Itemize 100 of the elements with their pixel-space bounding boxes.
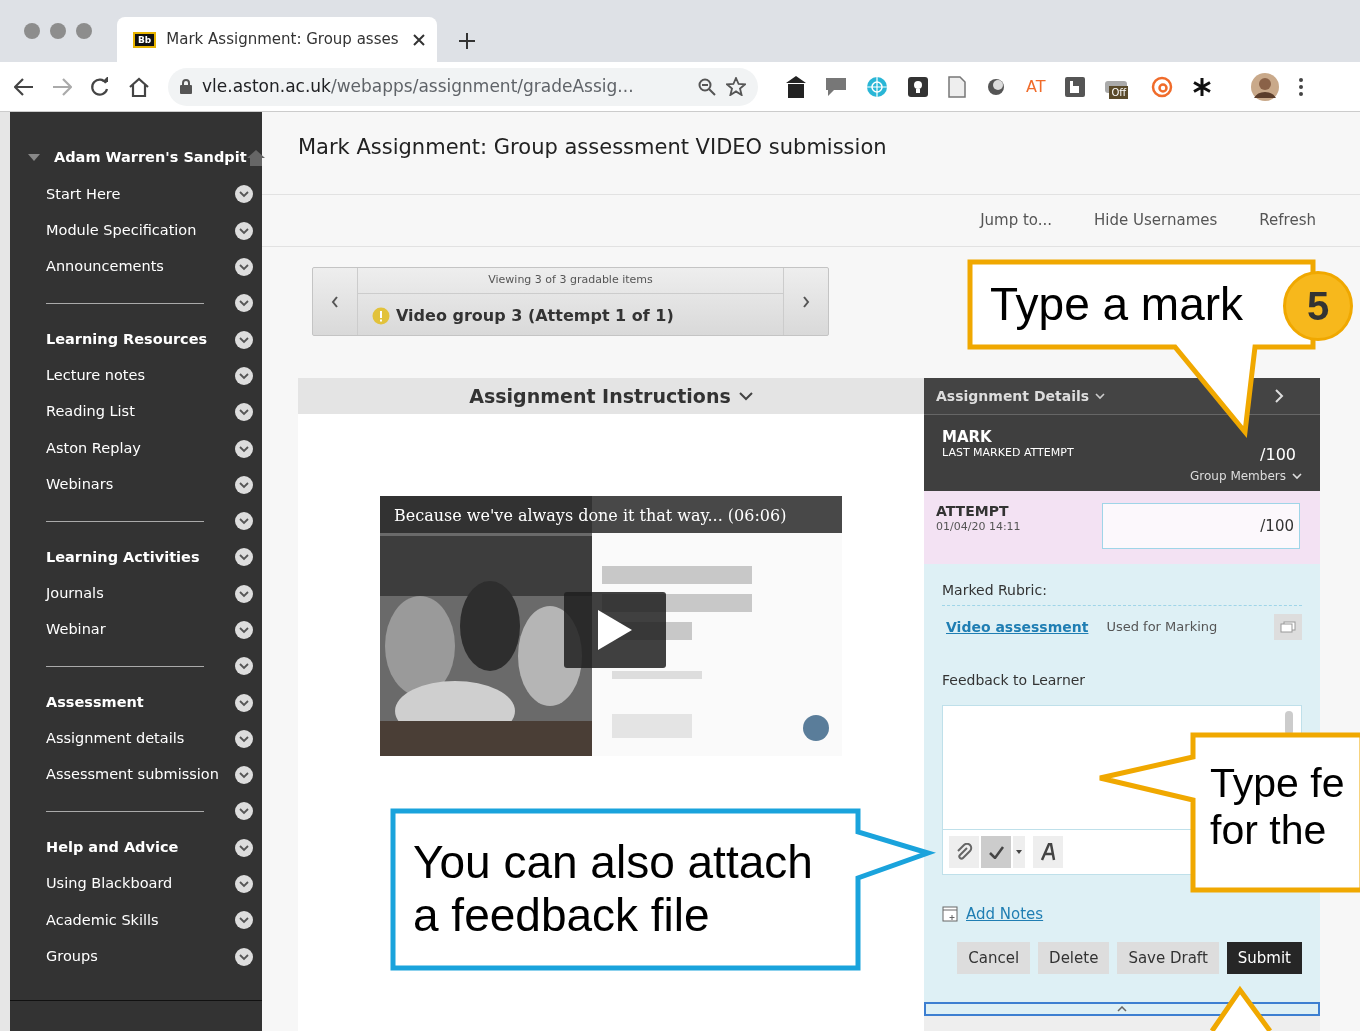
square-icon[interactable] (1065, 76, 1086, 97)
asterisk-icon[interactable] (1193, 77, 1212, 96)
dropdown-icon[interactable] (235, 403, 253, 422)
chevron-right-icon (802, 295, 810, 308)
navigator-caption: Viewing 3 of 3 gradable items (358, 268, 783, 294)
dropdown-icon[interactable] (235, 258, 253, 277)
dropdown-icon[interactable] (235, 366, 253, 385)
add-notes-link[interactable]: Add Notes (966, 903, 1044, 926)
menu-item[interactable]: Assessment submission (46, 764, 235, 787)
dropdown-icon[interactable] (235, 693, 253, 712)
chevron-left-icon (331, 295, 339, 308)
dropdown-icon[interactable] (235, 875, 253, 894)
dropdown-icon[interactable] (235, 911, 253, 930)
toolbar-link[interactable]: Hide Usernames (1094, 209, 1218, 232)
window-controls[interactable] (24, 23, 92, 39)
dropdown-icon[interactable] (235, 330, 253, 349)
play-icon (598, 610, 632, 650)
dropdown-icon[interactable] (235, 439, 253, 458)
menu-item[interactable]: Academic Skills (46, 909, 235, 932)
back-icon[interactable] (14, 77, 34, 96)
form-button[interactable]: Cancel (957, 941, 1031, 974)
bulb-icon[interactable] (908, 76, 928, 97)
dropdown-icon[interactable] (235, 802, 253, 821)
menu-icon[interactable] (1299, 77, 1304, 96)
mark-value: /100 (1260, 444, 1296, 466)
menu-item[interactable]: Webinar (46, 619, 235, 641)
callout-text: Type a mark (990, 278, 1244, 331)
speech-icon[interactable] (826, 77, 846, 96)
instructions-header[interactable]: Assignment Instructions (298, 378, 924, 414)
scrollbar (1285, 711, 1293, 735)
browser-tab[interactable]: Bb Mark Assignment: Group asses (117, 17, 437, 62)
menu-item[interactable]: Assignment details (46, 728, 235, 750)
zoom-icon[interactable] (698, 77, 716, 96)
chevron-right-icon[interactable] (1275, 389, 1284, 403)
form-button[interactable]: Delete (1038, 941, 1110, 974)
dropdown-icon[interactable] (235, 512, 253, 531)
font-icon[interactable] (1033, 836, 1063, 868)
toolbar-link[interactable]: Refresh (1259, 209, 1316, 232)
menu-item[interactable]: Aston Replay (46, 437, 235, 460)
dropdown-icon[interactable] (235, 548, 253, 567)
video-title: Because we've always done it that way... (06:06) (380, 496, 842, 533)
menu-item[interactable]: Journals (46, 582, 235, 605)
menu-item[interactable]: Groups (46, 945, 235, 968)
callout-text: Type fe for the (1210, 760, 1345, 855)
details-title[interactable]: Assignment Details (936, 385, 1090, 407)
chevron-down-icon (738, 391, 753, 401)
menu-item[interactable]: Module Specification (46, 219, 235, 242)
menu-heading[interactable]: Learning Activities (46, 546, 235, 569)
close-icon[interactable] (413, 33, 425, 46)
menu-heading[interactable]: Help and Advice (46, 836, 235, 859)
menu-heading[interactable]: Learning Resources (46, 328, 235, 351)
out-of-label: /100 (1260, 516, 1294, 537)
toolbar-link[interactable]: Jump to... (980, 209, 1053, 232)
menu-item[interactable]: Using Blackboard (46, 873, 235, 895)
dropdown-icon[interactable] (235, 584, 253, 603)
new-tab-icon[interactable] (459, 33, 475, 49)
menu-item[interactable]: Announcements (46, 256, 235, 278)
submit-button[interactable]: Submit (1226, 941, 1302, 974)
caret-icon[interactable] (1013, 836, 1025, 868)
dropdown-icon[interactable] (235, 657, 253, 676)
dropdown-icon[interactable] (235, 221, 253, 240)
play-button[interactable] (564, 592, 666, 668)
dropdown-icon[interactable] (235, 294, 253, 313)
tab-favicon: Bb (133, 31, 157, 48)
dropdown-icon[interactable] (235, 838, 253, 857)
dropdown-icon[interactable] (235, 621, 253, 639)
dropdown-icon[interactable] (235, 729, 253, 748)
address-bar[interactable]: vle.aston.ac.uk/webapps/assignment/gradeAssig... (168, 67, 758, 106)
attempt-date: 01/04/20 14:11 (936, 519, 1021, 535)
ring-icon[interactable] (1151, 75, 1174, 98)
attach-icon[interactable] (949, 836, 979, 868)
avatar-icon[interactable] (1251, 72, 1280, 101)
star-icon[interactable] (726, 77, 746, 96)
reload-icon[interactable] (90, 76, 110, 97)
menu-item[interactable]: Webinars (46, 473, 235, 496)
dropdown-icon[interactable] (235, 475, 253, 494)
home-icon[interactable] (246, 150, 265, 167)
home-icon[interactable] (128, 76, 150, 97)
group-members-toggle[interactable]: Group Members (1190, 467, 1286, 485)
menu-item[interactable]: Reading List (46, 401, 235, 424)
menu-item[interactable]: Lecture notes (46, 365, 235, 387)
circle-icon[interactable] (986, 76, 1006, 97)
mark-sublabel: LAST MARKED ATTEMPT (942, 445, 1074, 461)
menu-heading[interactable]: Assessment (46, 691, 235, 714)
building-icon[interactable] (786, 75, 806, 98)
rubric-link[interactable]: Video assessment (946, 616, 1089, 638)
tab-title: Mark Assignment: Group asses (166, 29, 400, 51)
expand-toggle-icon[interactable] (28, 154, 40, 163)
document-icon[interactable] (948, 75, 966, 98)
rubric-label: Marked Rubric: (942, 580, 1302, 606)
menu-item[interactable]: Start Here (46, 183, 235, 206)
dropdown-icon[interactable] (235, 947, 253, 966)
collapse-bar[interactable] (924, 1002, 1320, 1016)
dropdown-icon[interactable] (235, 185, 253, 204)
mark-input[interactable] (1102, 503, 1300, 549)
spellcheck-icon[interactable] (981, 836, 1011, 868)
lock-icon (180, 79, 192, 94)
form-button[interactable]: Save Draft (1117, 941, 1219, 974)
dropdown-icon[interactable] (235, 766, 253, 785)
course-title[interactable]: Adam Warren's Sandpit (54, 147, 247, 169)
